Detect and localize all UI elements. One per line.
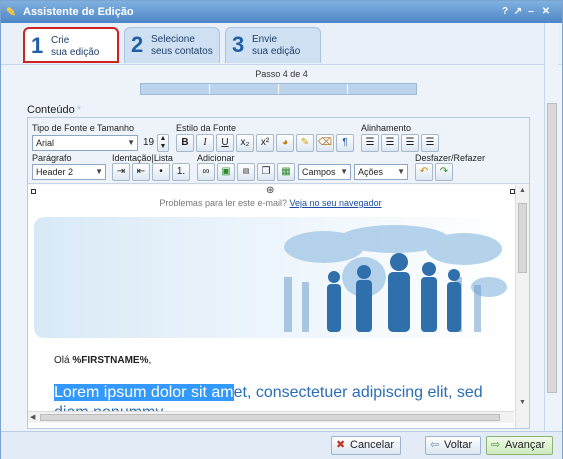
bold-button[interactable]: B — [176, 134, 194, 152]
cancel-button[interactable]: ✖ Cancelar — [331, 436, 401, 455]
font-family-select[interactable]: Arial ▼ — [32, 135, 138, 151]
redo-icon[interactable]: ↷ — [435, 163, 453, 181]
arrow-right-icon: ⇨ — [491, 439, 501, 451]
progress-bar — [140, 83, 417, 95]
popout-icon[interactable]: ↗ — [511, 5, 525, 19]
style-group-label: Estilo da Fonte — [176, 123, 237, 133]
html-icon[interactable]: ▤ — [237, 163, 255, 181]
page-scrollbar-thumb[interactable] — [547, 103, 557, 393]
close-icon[interactable]: ✕ — [539, 5, 553, 19]
copy-icon[interactable]: ❐ — [257, 163, 275, 181]
step-label: Selecione seus contatos — [151, 34, 213, 57]
fields-select[interactable]: Campos ▼ — [298, 164, 351, 180]
indent-list-label: Identação|Lista — [112, 153, 173, 163]
step-number: 1 — [31, 33, 44, 58]
editor-toolbar: Tipo de Fonte e Tamanho Arial ▼ 19 ▲ ▼ Est… — [28, 118, 529, 184]
next-button[interactable]: ⇨ Avançar — [486, 436, 553, 455]
clear-format-icon[interactable]: ⌫ — [316, 134, 334, 152]
editor-content-area[interactable]: ⊛ Problemas para ler este e-mail? Veja n… — [28, 185, 529, 428]
page-scrollbar[interactable] — [544, 23, 558, 431]
text-color-icon[interactable]: ◕ — [276, 134, 294, 152]
step-number: 3 — [232, 32, 245, 57]
step-number: 2 — [131, 32, 144, 57]
rich-text-editor: Tipo de Fonte e Tamanho Arial ▼ 19 ▲ ▼ Est… — [27, 117, 530, 429]
paragraph-mark-icon[interactable]: ¶ — [336, 134, 354, 152]
scroll-down-icon: ▼ — [519, 399, 526, 406]
chevron-down-icon: ▼ — [127, 138, 135, 147]
paragraph-select[interactable]: Header 2 ▼ — [32, 164, 106, 180]
required-mark: * — [76, 104, 81, 116]
close-icon: ✖ — [336, 439, 346, 451]
vertical-scrollbar[interactable]: ▲ ▼ — [515, 185, 529, 428]
step-label: Crie sua edição — [51, 35, 100, 58]
arrow-left-icon: ⇦ — [430, 439, 440, 451]
link-icon[interactable]: ∞ — [197, 163, 215, 181]
content-label: Conteúdo * — [27, 104, 81, 116]
align-justify-icon[interactable]: ☰ — [421, 134, 439, 152]
scroll-up-icon: ▲ — [519, 187, 526, 194]
paragraph-label: Parágrafo — [32, 153, 72, 163]
align-center-icon[interactable]: ☰ — [381, 134, 399, 152]
view-in-browser-line: Problemas para ler este e-mail? Veja no … — [28, 198, 513, 208]
step-indicator: Passo 4 de 4 — [255, 69, 308, 79]
scroll-left-icon: ◀ — [30, 414, 36, 421]
actions-select[interactable]: Ações ▼ — [354, 164, 408, 180]
progress-segment — [141, 84, 210, 94]
chevron-down-icon: ▼ — [397, 167, 405, 176]
undo-redo-label: Desfazer/Refazer — [415, 153, 486, 163]
firstname-field: %FIRSTNAME% — [72, 355, 149, 366]
underline-button[interactable]: U — [216, 134, 234, 152]
lorem-paragraph[interactable]: Lorem ipsum dolor sit amet, consectetuer… — [54, 383, 524, 403]
font-size-stepper[interactable]: ▲ ▼ — [157, 134, 169, 152]
chevron-down-icon: ▼ — [95, 167, 103, 176]
horizontal-scrollbar[interactable]: ◀ — [28, 411, 514, 423]
add-label: Adicionar — [197, 153, 235, 163]
back-button[interactable]: ⇦ Voltar — [425, 436, 481, 455]
problem-text: Problemas para ler este e-mail? — [159, 198, 287, 208]
wizard-steps: 1 Crie sua edição 2 Selecione seus contato… — [1, 23, 562, 65]
header-banner-image — [34, 217, 512, 338]
align-right-icon[interactable]: ☰ — [401, 134, 419, 152]
undo-icon[interactable]: ↶ — [415, 163, 433, 181]
subscript-button[interactable]: x₂ — [236, 134, 254, 152]
progress-segment — [210, 84, 279, 94]
minimize-icon[interactable]: – — [524, 5, 538, 19]
outdent-icon[interactable]: ⇤ — [132, 163, 150, 181]
view-in-browser-link[interactable]: Veja no seu navegador — [290, 198, 382, 208]
resize-handle[interactable] — [31, 189, 36, 194]
move-handle-icon[interactable]: ⊛ — [266, 185, 274, 196]
step-select-contacts[interactable]: 2 Selecione seus contatos — [124, 27, 220, 63]
selected-text: Lorem ipsum dolor sit am — [54, 384, 234, 401]
wizard-footer: ✖ Cancelar ⇦ Voltar ⇨ Avançar — [1, 431, 562, 459]
title-bar: ✎ Assistente de Edição ? ↗ – ✕ — [1, 1, 562, 23]
step-send[interactable]: 3 Envie sua edição — [225, 27, 321, 63]
greeting-line: Olá %FIRSTNAME%, — [54, 355, 152, 366]
align-group-label: Alinhamento — [361, 123, 412, 133]
scrollbar-thumb[interactable] — [518, 203, 527, 273]
scrollbar-thumb[interactable] — [40, 414, 500, 421]
highlight-icon[interactable]: ✎ — [296, 134, 314, 152]
numbered-list-icon[interactable]: 1. — [172, 163, 190, 181]
image-icon[interactable]: ▣ — [217, 163, 235, 181]
italic-button[interactable]: I — [196, 134, 214, 152]
font-group-label: Tipo de Fonte e Tamanho — [32, 123, 135, 133]
superscript-button[interactable]: x² — [256, 134, 274, 152]
align-left-icon[interactable]: ☰ — [361, 134, 379, 152]
indent-icon[interactable]: ⇥ — [112, 163, 130, 181]
bullet-list-icon[interactable]: • — [152, 163, 170, 181]
progress-segment — [348, 84, 416, 94]
table-icon[interactable]: ▦ — [277, 163, 295, 181]
font-size-value[interactable]: 19 — [143, 137, 154, 148]
chevron-down-icon: ▼ — [340, 167, 348, 176]
progress-segment — [279, 84, 348, 94]
wizard-window: ✎ Assistente de Edição ? ↗ – ✕ 1 Crie sua… — [0, 0, 563, 459]
step-label: Envie sua edição — [252, 34, 301, 57]
step-create[interactable]: 1 Crie sua edição — [23, 27, 119, 63]
help-icon[interactable]: ? — [498, 5, 512, 19]
window-title: Assistente de Edição — [23, 6, 134, 18]
pencil-icon: ✎ — [6, 5, 17, 19]
business-people-world-map-image — [284, 225, 507, 332]
